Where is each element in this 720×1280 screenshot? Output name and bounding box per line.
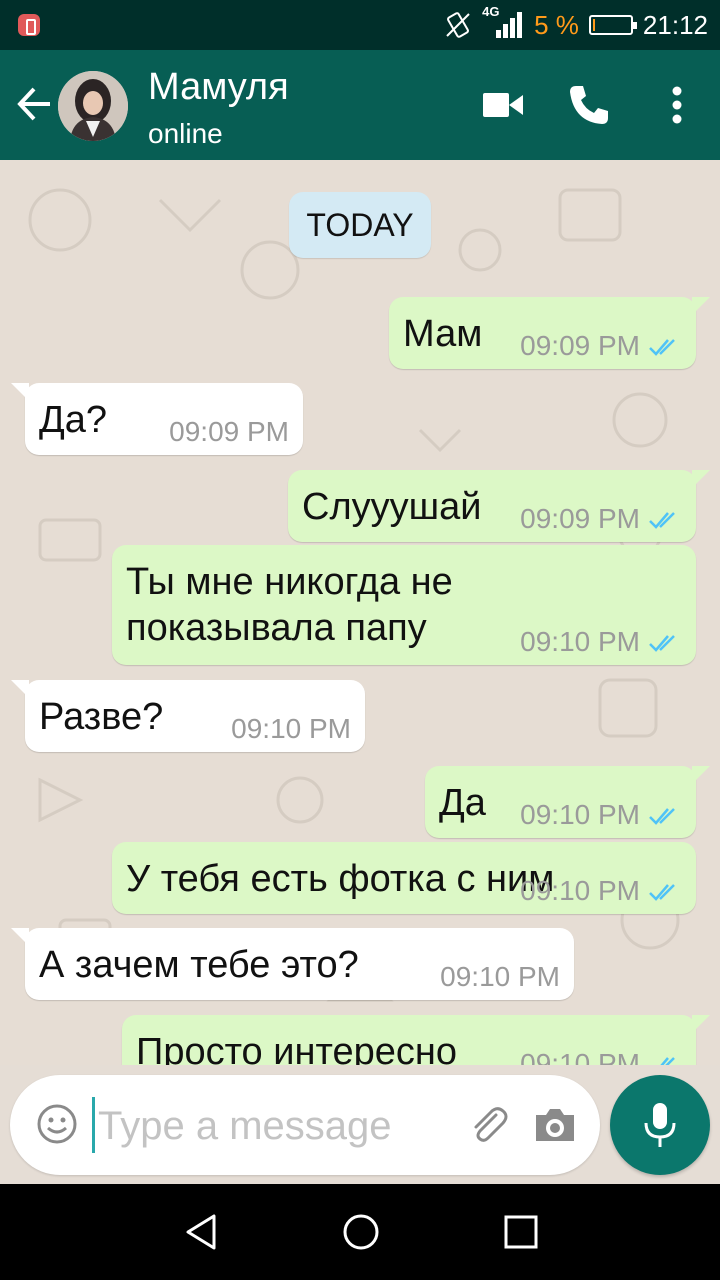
nav-recents-icon[interactable]	[501, 1212, 541, 1252]
message-composer[interactable]: Type a message	[10, 1075, 600, 1175]
message-text: Мам	[403, 313, 483, 355]
message-text: Да	[439, 782, 486, 824]
battery-icon	[588, 15, 637, 35]
message-time: 09:10 PM	[231, 713, 351, 744]
message-time: 09:09 PM	[169, 416, 289, 447]
system-nav-bar	[0, 1184, 720, 1280]
message-bubble[interactable]: Да? 09:09 PM	[11, 383, 303, 455]
video-call-icon[interactable]	[480, 82, 526, 128]
read-ticks-icon	[649, 808, 675, 825]
read-ticks-icon	[649, 512, 675, 529]
contact-status: online	[148, 118, 223, 149]
message-time: 09:10 PM	[520, 626, 640, 657]
message-text: Слууушай	[302, 486, 482, 528]
message-text: У тебя есть фотка с ним	[126, 858, 555, 900]
chat-header: Мамуля online	[0, 50, 720, 160]
battery-percent: 5 %	[534, 9, 579, 40]
notification-icon	[18, 14, 40, 36]
message-time: 09:10 PM	[520, 1048, 640, 1065]
message-input[interactable]: Type a message	[98, 1103, 392, 1149]
message-time: 09:10 PM	[520, 799, 640, 830]
status-bar-right: 4G 5 % 21:12	[444, 4, 708, 42]
read-ticks-icon	[649, 635, 675, 652]
message-text: А зачем тебе это?	[39, 944, 359, 986]
phone-icon[interactable]	[566, 82, 612, 128]
mic-button[interactable]	[610, 1075, 710, 1175]
message-bubble[interactable]: Просто интересно 09:10 PM	[122, 1015, 710, 1065]
read-ticks-icon	[660, 1057, 675, 1065]
message-text: Просто интересно	[136, 1031, 457, 1065]
more-vert-icon[interactable]	[654, 82, 700, 128]
microphone-icon	[644, 1103, 676, 1147]
date-divider: TODAY	[289, 192, 431, 258]
message-time: 09:09 PM	[520, 330, 640, 361]
clock: 21:12	[642, 9, 708, 40]
message-text: Ты мне никогда не показывала папу	[126, 561, 453, 649]
arrow-back-icon[interactable]	[16, 84, 54, 124]
vibrate-icon	[446, 12, 470, 38]
camera-icon[interactable]	[532, 1105, 578, 1145]
message-bubble[interactable]: Разве? 09:10 PM	[11, 680, 365, 752]
message-text: Разве?	[39, 696, 164, 738]
read-ticks-icon	[649, 339, 675, 356]
nav-home-icon[interactable]	[341, 1212, 381, 1252]
signal-icon: 4G	[482, 4, 524, 40]
message-bubble[interactable]: Ты мне никогда не показывала папу 09:10 …	[112, 545, 696, 665]
message-bubble[interactable]: Мам 09:09 PM	[389, 297, 710, 369]
message-bubble[interactable]: Слууушай 09:09 PM	[288, 470, 710, 542]
contact-name[interactable]: Мамуля	[148, 66, 289, 109]
nav-back-icon[interactable]	[182, 1212, 222, 1252]
message-text: Да?	[39, 399, 108, 441]
emoji-icon[interactable]	[36, 1103, 78, 1145]
message-bubble[interactable]: А зачем тебе это? 09:10 PM	[11, 928, 574, 1000]
message-bubble[interactable]: Да 09:10 PM	[425, 766, 710, 838]
read-ticks-icon	[649, 884, 675, 901]
message-time: 09:09 PM	[520, 503, 640, 534]
chat-area[interactable]: TODAY Мам 09:09 PM Да? 09:09 PM Слууушай…	[0, 160, 720, 1065]
paperclip-icon[interactable]	[466, 1103, 510, 1147]
message-time: 09:10 PM	[440, 961, 560, 992]
status-bar: 4G 5 % 21:12	[0, 0, 720, 50]
avatar[interactable]	[58, 71, 128, 141]
text-cursor	[92, 1097, 95, 1153]
message-time: 09:10 PM	[520, 875, 640, 906]
message-bubble[interactable]: У тебя есть фотка с ним 09:10 PM	[112, 842, 696, 914]
